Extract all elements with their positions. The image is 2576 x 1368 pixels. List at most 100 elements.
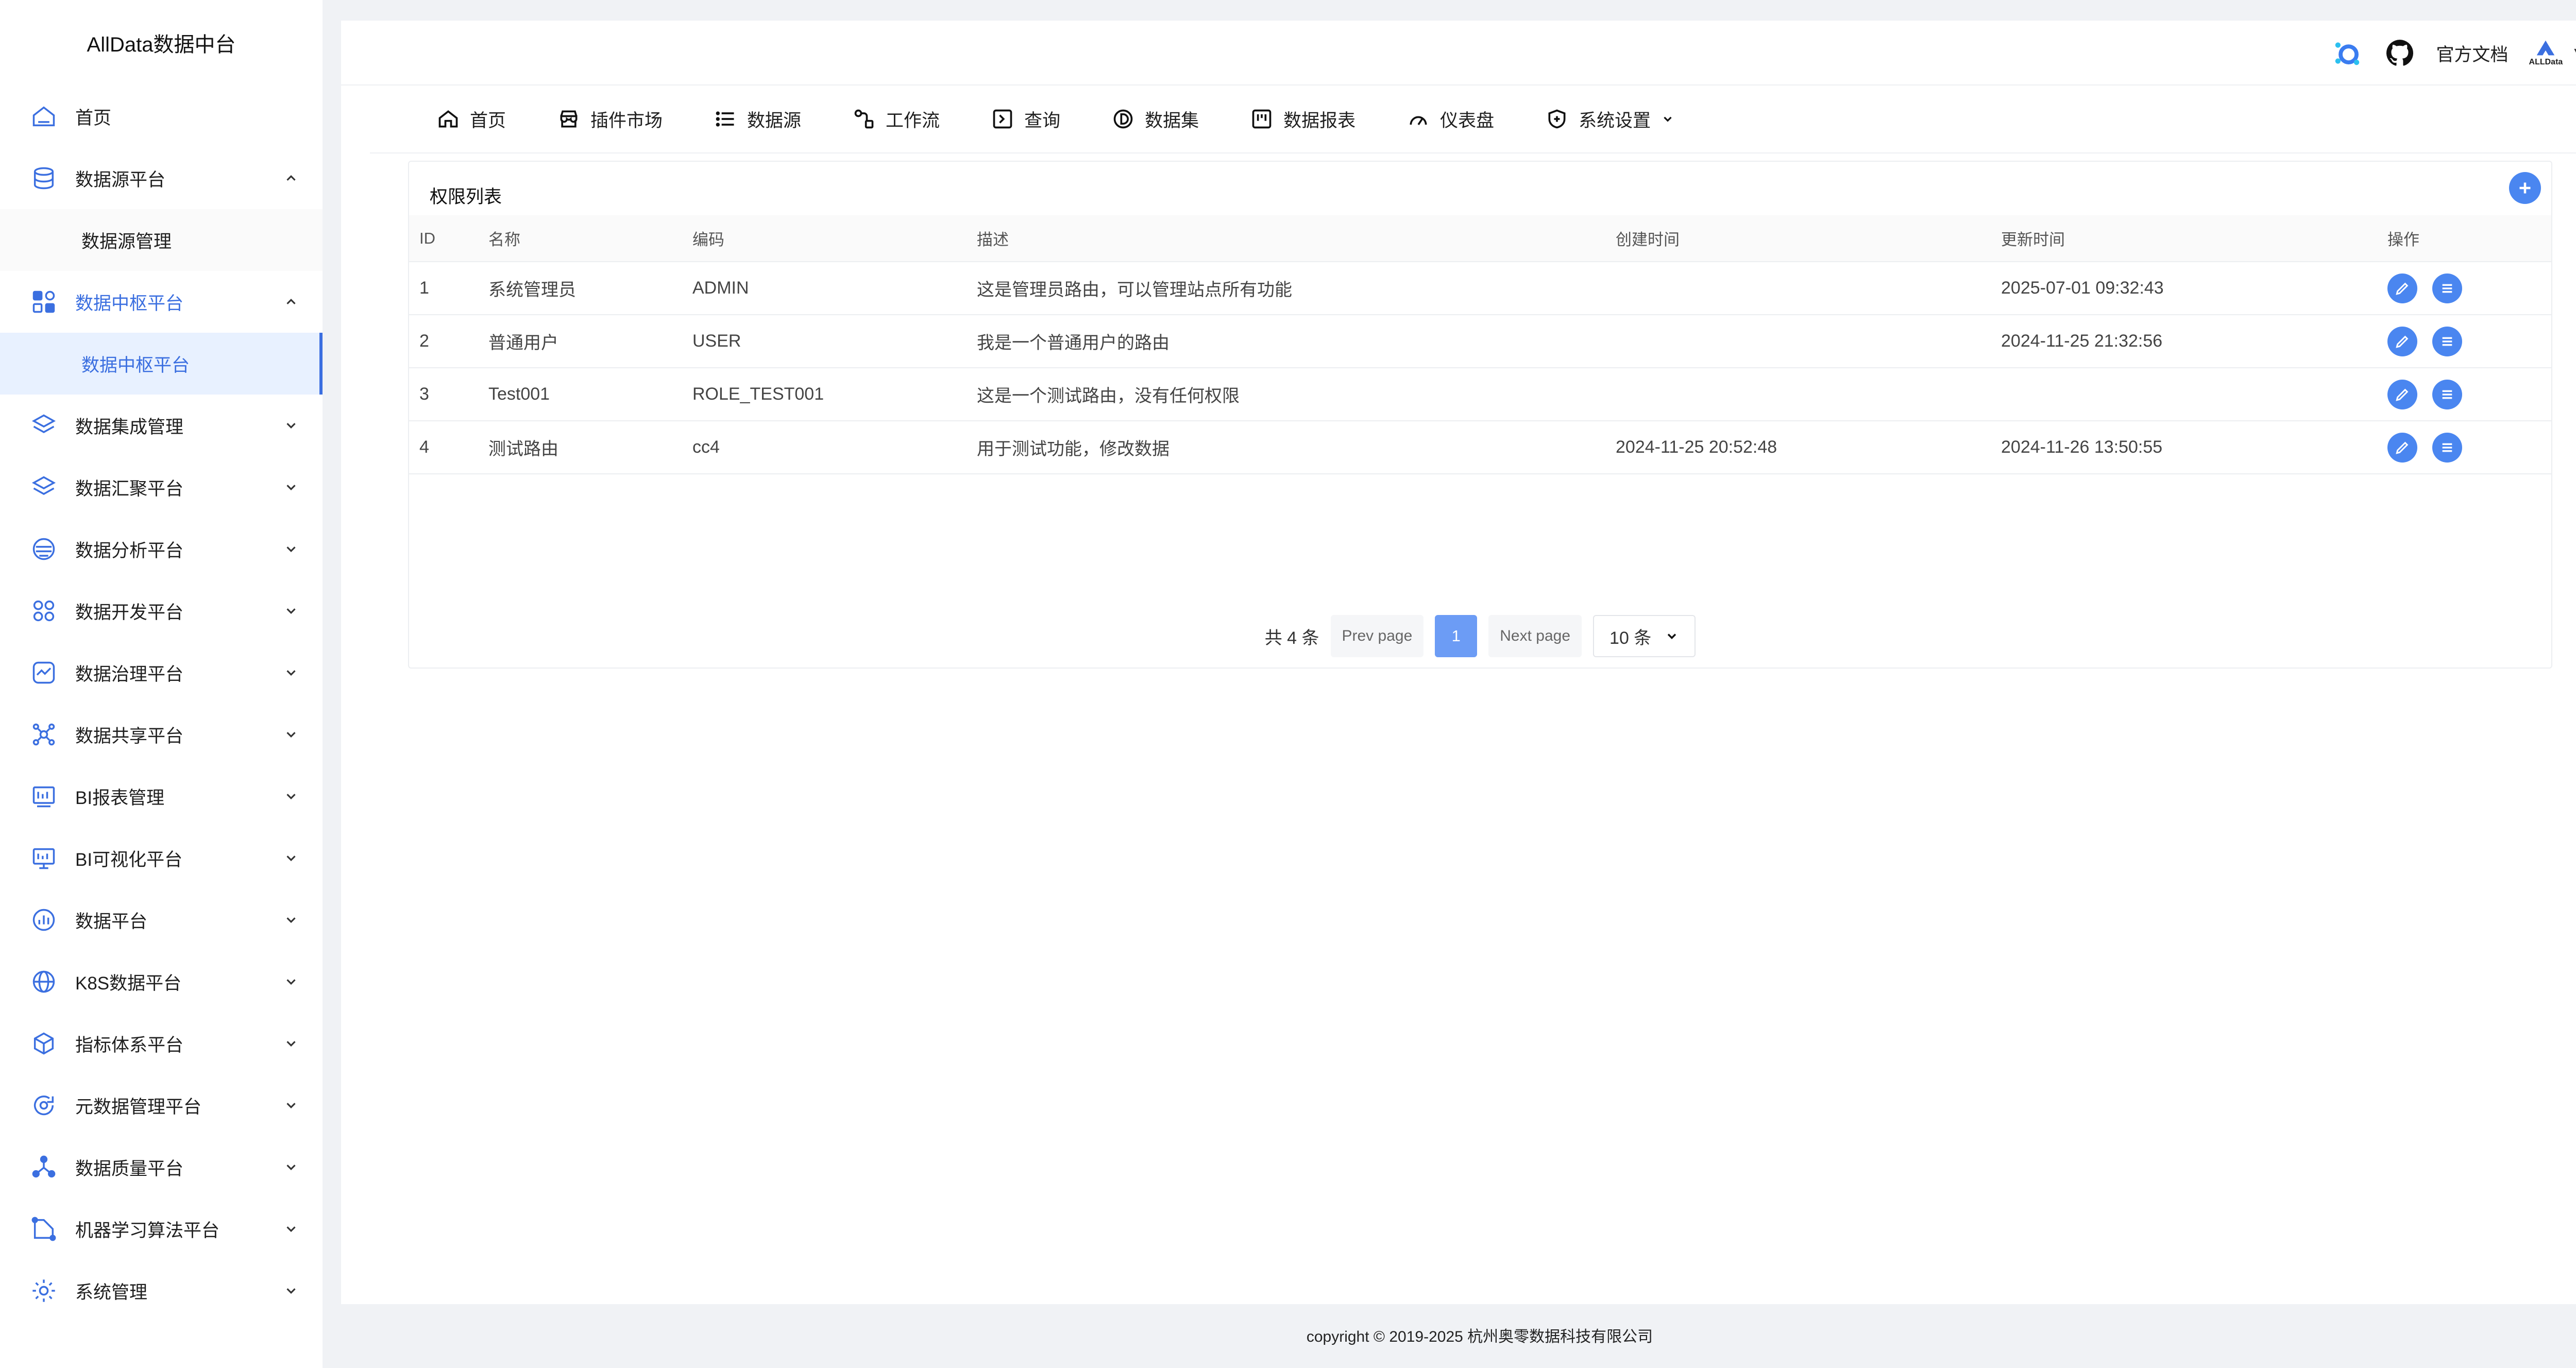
sidebar-item-data-platform[interactable]: 数据平台: [0, 889, 323, 951]
sidebar-item-aggregation[interactable]: 数据汇聚平台: [0, 456, 323, 518]
chevron-down-icon: [286, 670, 296, 676]
sidebar: AllData数据中台 首页 数据源平台 数据源管理 数据中枢平台 数据中枢平台…: [0, 0, 323, 1368]
page-size-value: 10 条: [1609, 628, 1652, 648]
cell-desc: 用于测试功能，修改数据: [967, 421, 1605, 474]
sidebar-item-quality[interactable]: 数据质量平台: [0, 1136, 323, 1198]
pencil-icon: [2396, 335, 2409, 348]
cell-actions: [2377, 262, 2551, 315]
table-row: 3 Test001 ROLE_TEST001 这是一个测试路由，没有任何权限: [409, 368, 2551, 421]
column-header: 编码: [682, 215, 967, 262]
sidebar-item-sharing[interactable]: 数据共享平台: [0, 704, 323, 765]
tab-home[interactable]: 首页: [437, 106, 506, 132]
user-menu[interactable]: ALLData ▼: [2529, 39, 2576, 67]
sidebar-item-system[interactable]: 系统管理: [0, 1260, 323, 1322]
sidebar-item-datasource-platform[interactable]: 数据源平台: [0, 147, 323, 209]
tab-plugin-market[interactable]: 插件市场: [557, 106, 663, 132]
edit-button[interactable]: [2387, 273, 2417, 303]
cell-code: cc4: [682, 421, 967, 474]
gear-icon: [30, 1277, 58, 1305]
tab-query[interactable]: 查询: [991, 106, 1060, 132]
sidebar-item-k8s[interactable]: K8S数据平台: [0, 951, 323, 1013]
alldata-logo: ALLData: [2529, 39, 2563, 67]
home-icon: [438, 110, 458, 128]
tab-dashboard[interactable]: 仪表盘: [1407, 106, 1494, 132]
sidebar-item-ml[interactable]: 机器学习算法平台: [0, 1198, 323, 1260]
cell-name: 系统管理员: [478, 262, 682, 315]
sidebar-item-metrics[interactable]: 指标体系平台: [0, 1013, 323, 1074]
caret-down-icon: ▼: [2571, 44, 2576, 62]
edit-button[interactable]: [2387, 432, 2417, 463]
sidebar-item-bi-visual[interactable]: BI可视化平台: [0, 827, 323, 889]
menu-icon: [2443, 284, 2452, 293]
sidebar-item-integration[interactable]: 数据集成管理: [0, 395, 323, 456]
sidebar-item-label: 首页: [75, 108, 112, 128]
tab-label: 数据源: [747, 110, 802, 131]
sidebar-item-home[interactable]: 首页: [0, 86, 323, 147]
tab-dataset[interactable]: 数据集: [1112, 106, 1199, 132]
analysis-icon: [30, 535, 58, 563]
tab-workflow[interactable]: 工作流: [853, 106, 940, 132]
grid-icon: [30, 597, 58, 625]
detail-button[interactable]: [2432, 432, 2463, 463]
sidebar-item-data-hub[interactable]: 数据中枢平台: [0, 271, 323, 333]
column-header: 操作: [2377, 215, 2551, 262]
cell-updated: 2024-11-25 21:32:56: [1991, 315, 2377, 368]
cell-created: [1605, 315, 1991, 368]
tab-label: 系统设置: [1579, 110, 1651, 131]
cell-created: [1605, 262, 1991, 315]
bi-screen-icon: [30, 844, 58, 872]
cube-icon: [30, 1030, 58, 1057]
main-panel: 首页 插件市场 数据源 工作流 查询 数据集 数据报表 仪表盘 系统设置 权限列…: [341, 86, 2576, 1304]
cell-actions: [2377, 315, 2551, 368]
page-size-select[interactable]: 10 条: [1593, 615, 1696, 657]
detail-button[interactable]: [2432, 326, 2463, 356]
nodes-icon: [30, 1153, 58, 1181]
list-icon: [716, 111, 734, 127]
sidebar-item-metadata[interactable]: 元数据管理平台: [0, 1074, 323, 1136]
sidebar-item-bi-report[interactable]: BI报表管理: [0, 765, 323, 827]
docs-link[interactable]: 官方文档: [2436, 40, 2509, 66]
globe-icon: [30, 968, 58, 996]
chevron-down-icon: [286, 732, 296, 738]
submenu-item-datasource-manage[interactable]: 数据源管理: [0, 209, 323, 271]
sidebar-item-label: BI可视化平台: [75, 849, 183, 870]
cell-name: 普通用户: [478, 315, 682, 368]
prev-page-button[interactable]: Prev page: [1330, 615, 1424, 657]
chevron-down-icon: [286, 1103, 296, 1108]
cell-code: USER: [682, 315, 967, 368]
cell-code: ROLE_TEST001: [682, 368, 967, 421]
permission-list-card: 权限列表 ID 名称 编码 描述 创建时间 更新时间 操作 1 系统管理员 AD…: [408, 161, 2552, 669]
column-header: ID: [409, 215, 478, 262]
edit-button[interactable]: [2387, 326, 2417, 356]
cell-desc: 我是一个普通用户的路由: [967, 315, 1605, 368]
sidebar-item-development[interactable]: 数据开发平台: [0, 580, 323, 642]
sidebar-item-analysis[interactable]: 数据分析平台: [0, 518, 323, 580]
sidebar-item-label: 机器学习算法平台: [75, 1220, 220, 1241]
sidebar-item-governance[interactable]: 数据治理平台: [0, 642, 323, 704]
card-title: 权限列表: [430, 187, 502, 207]
top-header: 官方文档 ALLData ▼: [341, 21, 2576, 86]
edit-button[interactable]: [2387, 379, 2417, 409]
github-icon[interactable]: [2384, 37, 2416, 69]
next-page-button[interactable]: Next page: [1488, 615, 1582, 657]
tab-label: 数据报表: [1283, 110, 1356, 131]
tab-label: 工作流: [886, 110, 940, 131]
submenu-item-data-hub[interactable]: 数据中枢平台: [0, 333, 323, 395]
tab-system-settings[interactable]: 系统设置: [1546, 106, 1674, 132]
chevron-down-icon: [286, 1288, 296, 1294]
share-icon: [30, 721, 58, 748]
governance-icon: [30, 659, 58, 687]
tab-label: 查询: [1024, 110, 1061, 131]
chevron-down-icon: [286, 1226, 296, 1232]
tab-datasource[interactable]: 数据源: [714, 106, 801, 132]
table-row: 2 普通用户 USER 我是一个普通用户的路由 2024-11-25 21:32…: [409, 315, 2551, 368]
tab-data-report[interactable]: 数据报表: [1250, 106, 1355, 132]
add-button[interactable]: [2509, 172, 2541, 204]
detail-button[interactable]: [2432, 273, 2463, 303]
chevron-down-icon: [286, 1165, 296, 1170]
detail-button[interactable]: [2432, 379, 2463, 409]
page-number-button[interactable]: 1: [1435, 615, 1478, 657]
dataset-icon: [1113, 109, 1133, 129]
table-row: 1 系统管理员 ADMIN 这是管理员路由，可以管理站点所有功能 2025-07…: [409, 262, 2551, 315]
app-logo-icon[interactable]: [2331, 37, 2363, 69]
